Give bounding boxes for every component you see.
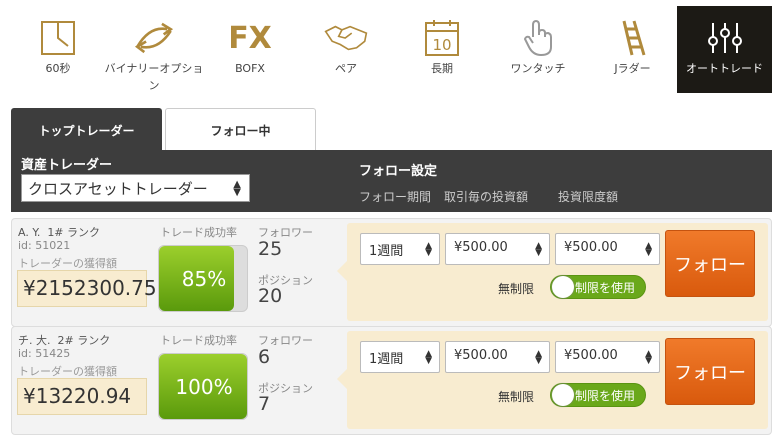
per-trade-value: ¥500.00 (454, 348, 508, 363)
trader-name: A. Y. (18, 226, 41, 239)
nav-label: 60秒 (45, 62, 71, 75)
earnings-label: トレーダーの獲得額 (18, 365, 117, 378)
tab-top-traders[interactable]: トップトレーダー (11, 108, 162, 152)
select-arrows-icon: ▲ ▼ (425, 241, 432, 258)
period-value: 1週間 (369, 352, 404, 367)
positions-value: 7 (258, 393, 271, 415)
sliders-icon (703, 18, 747, 58)
select-arrows-icon: ▲ ▼ (535, 349, 542, 366)
trader-row: チ. 大. 2# ランク id: 51425 トレーダーの獲得額 ¥13220.… (11, 326, 772, 435)
timer-60-icon (36, 18, 80, 58)
earnings-value: ¥13220.94 (17, 378, 147, 415)
binary-arrows-icon (132, 18, 176, 58)
col-limit: 投資限度額 (558, 190, 619, 204)
success-rate-label: トレード成功率 (160, 226, 237, 239)
success-rate-gauge: 100% (158, 353, 248, 420)
period-value: 1週間 (369, 244, 404, 259)
trader-rank: 2# ランク (57, 334, 111, 347)
follow-period-select[interactable]: 1週間 ▲ ▼ (360, 341, 440, 373)
nav-long-term[interactable]: 10 長期 (397, 6, 487, 93)
col-per-trade: 取引毎の投資額 (444, 190, 529, 204)
limit-toggle[interactable]: 制限を使用 (550, 383, 646, 407)
nav-60s[interactable]: 60秒 (13, 6, 103, 93)
success-rate-value: 85% (181, 267, 227, 291)
nav-bofx[interactable]: FX BOFX (205, 6, 295, 93)
use-limit-label: 制限を使用 (575, 389, 636, 403)
table-header: 資産トレーダー クロスアセットトレーダー ▲ ▼ フォロー設定 フォロー期間 取引… (11, 150, 772, 212)
nav-label: 長期 (431, 62, 453, 75)
svg-text:10: 10 (432, 36, 451, 54)
use-limit-label: 制限を使用 (575, 281, 636, 295)
per-trade-select[interactable]: ¥500.00 ▲ ▼ (445, 233, 550, 265)
select-arrows-icon: ▲ ▼ (645, 349, 652, 366)
handshake-icon (324, 18, 368, 58)
nav-label: ワンタッチ (510, 62, 566, 75)
follow-button[interactable]: フォロー (665, 230, 755, 297)
follow-settings-panel: 1週間 ▲ ▼ ¥500.00 ▲ ▼ ¥500.00 ▲ ▼ 無制限 制限を使用 フォロー (337, 331, 768, 429)
limit-toggle[interactable]: 制限を使用 (550, 275, 646, 299)
touch-hand-icon (516, 18, 560, 58)
toggle-knob (552, 384, 574, 406)
asset-select-value: クロスアセットトレーダー (28, 180, 208, 198)
trader-rank: 1# ランク (47, 226, 101, 239)
limit-value: ¥500.00 (564, 240, 618, 255)
tab-following[interactable]: フォロー中 (165, 108, 316, 152)
limit-select[interactable]: ¥500.00 ▲ ▼ (555, 233, 660, 265)
select-arrows-icon: ▲ ▼ (535, 241, 542, 258)
asset-trader-select[interactable]: クロスアセットトレーダー ▲ ▼ (21, 174, 250, 202)
followers-value: 25 (258, 238, 283, 260)
per-trade-select[interactable]: ¥500.00 ▲ ▼ (445, 341, 550, 373)
limit-value: ¥500.00 (564, 348, 618, 363)
calendar-10-icon: 10 (420, 18, 464, 58)
trader-name-rank: A. Y. 1# ランク (18, 224, 100, 240)
nav-one-touch[interactable]: ワンタッチ (488, 6, 588, 93)
unlimited-label: 無制限 (498, 390, 535, 404)
col-follow-period: フォロー期間 (359, 190, 432, 204)
nav-label: オートトレード (686, 62, 763, 75)
per-trade-value: ¥500.00 (454, 240, 508, 255)
nav-pair[interactable]: ペア (296, 6, 396, 93)
followers-value: 6 (258, 346, 271, 368)
nav-label: Jラダー (614, 62, 651, 75)
earnings-value: ¥2152300.75 (17, 270, 157, 307)
positions-value: 20 (258, 285, 283, 307)
follow-button[interactable]: フォロー (665, 338, 755, 405)
success-rate-value: 100% (175, 375, 233, 399)
trader-row: A. Y. 1# ランク id: 51021 トレーダーの獲得額 ¥215230… (11, 218, 772, 327)
toggle-knob (552, 276, 574, 298)
trader-id: id: 51425 (18, 347, 71, 360)
limit-select[interactable]: ¥500.00 ▲ ▼ (555, 341, 660, 373)
unlimited-label: 無制限 (498, 282, 535, 296)
nav-binary-option[interactable]: バイナリーオプション (104, 6, 204, 93)
follow-settings-panel: 1週間 ▲ ▼ ¥500.00 ▲ ▼ ¥500.00 ▲ ▼ 無制限 制限を使用 フォロー (337, 223, 768, 321)
select-arrows-icon: ▲ ▼ (425, 349, 432, 366)
earnings-label: トレーダーの獲得額 (18, 257, 117, 270)
nav-j-ladder[interactable]: Jラダー (589, 6, 676, 93)
success-rate-gauge: 85% (158, 245, 248, 312)
ladder-icon (611, 18, 655, 58)
nav-auto-trade[interactable]: オートトレード (677, 6, 772, 93)
product-nav: 60秒 バイナリーオプション FX BOFX ペア 10 長期 ワンタッチ Jラ (0, 0, 781, 95)
select-arrows-icon: ▲ ▼ (233, 179, 241, 198)
nav-label: BOFX (235, 62, 265, 75)
follow-settings-label: フォロー設定 (359, 164, 438, 179)
asset-trader-label: 資産トレーダー (21, 158, 113, 173)
trader-id: id: 51021 (18, 239, 71, 252)
follow-period-select[interactable]: 1週間 ▲ ▼ (360, 233, 440, 265)
nav-label: バイナリーオプション (104, 62, 204, 92)
trader-name: チ. 大. (18, 334, 51, 347)
select-arrows-icon: ▲ ▼ (645, 241, 652, 258)
nav-label: ペア (335, 62, 357, 75)
fx-icon: FX (228, 20, 272, 56)
success-rate-label: トレード成功率 (160, 334, 237, 347)
trader-name-rank: チ. 大. 2# ランク (18, 332, 110, 348)
